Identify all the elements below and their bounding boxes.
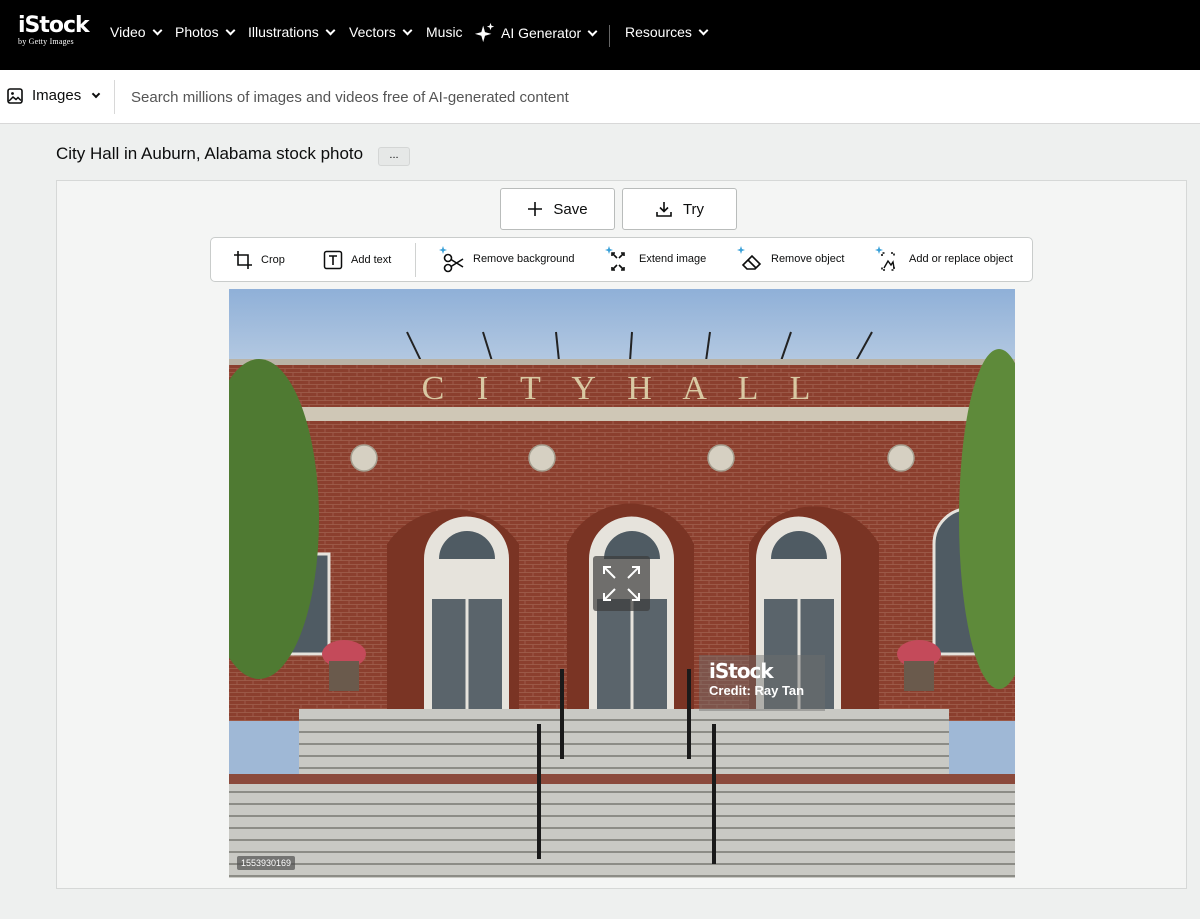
nav-item-illustrations[interactable]: Illustrations bbox=[248, 24, 336, 40]
nav-item-vectors[interactable]: Vectors bbox=[349, 24, 413, 40]
plus-icon bbox=[528, 202, 543, 216]
tool-add-text[interactable]: Add text bbox=[323, 246, 391, 274]
eraser-icon bbox=[737, 246, 762, 270]
toolbar-divider bbox=[415, 243, 416, 277]
search-divider bbox=[114, 80, 115, 114]
tool-add-replace-object[interactable]: Add or replace object bbox=[875, 243, 1013, 275]
nav-item-photos[interactable]: Photos bbox=[175, 24, 236, 40]
istock-logo[interactable]: iStock by Getty Images bbox=[18, 13, 90, 47]
chevron-down-icon bbox=[225, 25, 236, 35]
building-sign-text: C I T Y H A L L bbox=[422, 370, 823, 407]
more-options-button[interactable]: ... bbox=[378, 147, 410, 166]
tool-label: Crop bbox=[261, 254, 285, 266]
download-icon bbox=[656, 202, 672, 217]
logo-subtext: by Getty Images bbox=[18, 37, 74, 46]
tool-extend-image[interactable]: Extend image bbox=[605, 243, 706, 275]
expand-image-button[interactable] bbox=[593, 556, 650, 611]
nav-item-label: Vectors bbox=[349, 24, 396, 40]
search-input[interactable] bbox=[122, 80, 1182, 114]
media-type-select[interactable]: Images bbox=[7, 87, 101, 104]
chevron-down-icon bbox=[325, 25, 336, 35]
sparkle-icon bbox=[474, 22, 495, 43]
try-button[interactable]: Try bbox=[622, 188, 737, 230]
try-label: Try bbox=[682, 200, 705, 218]
watermark-logo: iStock bbox=[709, 659, 774, 683]
nav-item-resources[interactable]: Resources bbox=[625, 24, 709, 40]
expand-icon bbox=[605, 246, 625, 271]
media-type-label: Images bbox=[32, 87, 82, 104]
nav-item-label: Video bbox=[110, 24, 146, 40]
tool-label: Remove object bbox=[771, 253, 845, 265]
photo-credit: Credit: Ray Tan bbox=[709, 683, 805, 698]
chevron-down-icon bbox=[698, 25, 709, 35]
search-bar: Images bbox=[0, 70, 1200, 124]
replace-object-icon bbox=[875, 246, 895, 271]
tool-crop[interactable]: Crop bbox=[233, 246, 285, 274]
nav-divider bbox=[609, 25, 610, 47]
scissors-icon bbox=[439, 246, 464, 273]
chevron-down-icon bbox=[587, 26, 598, 36]
nav-item-label: Illustrations bbox=[248, 24, 319, 40]
nav-item-video[interactable]: Video bbox=[110, 24, 163, 40]
nav-item-label: Music bbox=[426, 24, 463, 40]
chevron-down-icon bbox=[91, 89, 101, 98]
tool-label: Extend image bbox=[639, 253, 707, 265]
save-label: Save bbox=[553, 200, 588, 218]
nav-item-ai-generator[interactable]: AI Generator bbox=[474, 22, 598, 44]
crop-icon bbox=[234, 251, 252, 269]
tool-remove-background[interactable]: Remove background bbox=[439, 243, 575, 275]
stock-photo[interactable]: C I T Y H A L L iStock Credit: Ray Tan 1… bbox=[229, 289, 1015, 878]
edit-toolbar: Crop Add text Remove background Extend i… bbox=[210, 237, 1033, 282]
image-id-badge: 1553930169 bbox=[237, 856, 296, 870]
fullscreen-icon bbox=[603, 566, 640, 601]
nav-item-music[interactable]: Music bbox=[426, 24, 463, 40]
nav-item-label: Resources bbox=[625, 24, 692, 40]
nav-item-label: Photos bbox=[175, 24, 219, 40]
tool-label: Add or replace object bbox=[909, 253, 1013, 265]
chevron-down-icon bbox=[402, 25, 413, 35]
tool-label: Remove background bbox=[473, 253, 575, 265]
logo-text: iStock bbox=[18, 13, 90, 38]
tool-label: Add text bbox=[351, 254, 392, 266]
add-text-icon bbox=[323, 250, 343, 270]
tool-remove-object[interactable]: Remove object bbox=[737, 243, 844, 275]
istock-watermark: iStock Credit: Ray Tan bbox=[699, 655, 825, 711]
top-nav: iStock by Getty Images Video Photos Illu… bbox=[0, 0, 1200, 70]
page-title: City Hall in Auburn, Alabama stock photo bbox=[56, 144, 364, 163]
save-button[interactable]: Save bbox=[500, 188, 615, 230]
image-icon bbox=[7, 87, 23, 104]
nav-item-label: AI Generator bbox=[501, 25, 582, 41]
chevron-down-icon bbox=[152, 25, 163, 35]
